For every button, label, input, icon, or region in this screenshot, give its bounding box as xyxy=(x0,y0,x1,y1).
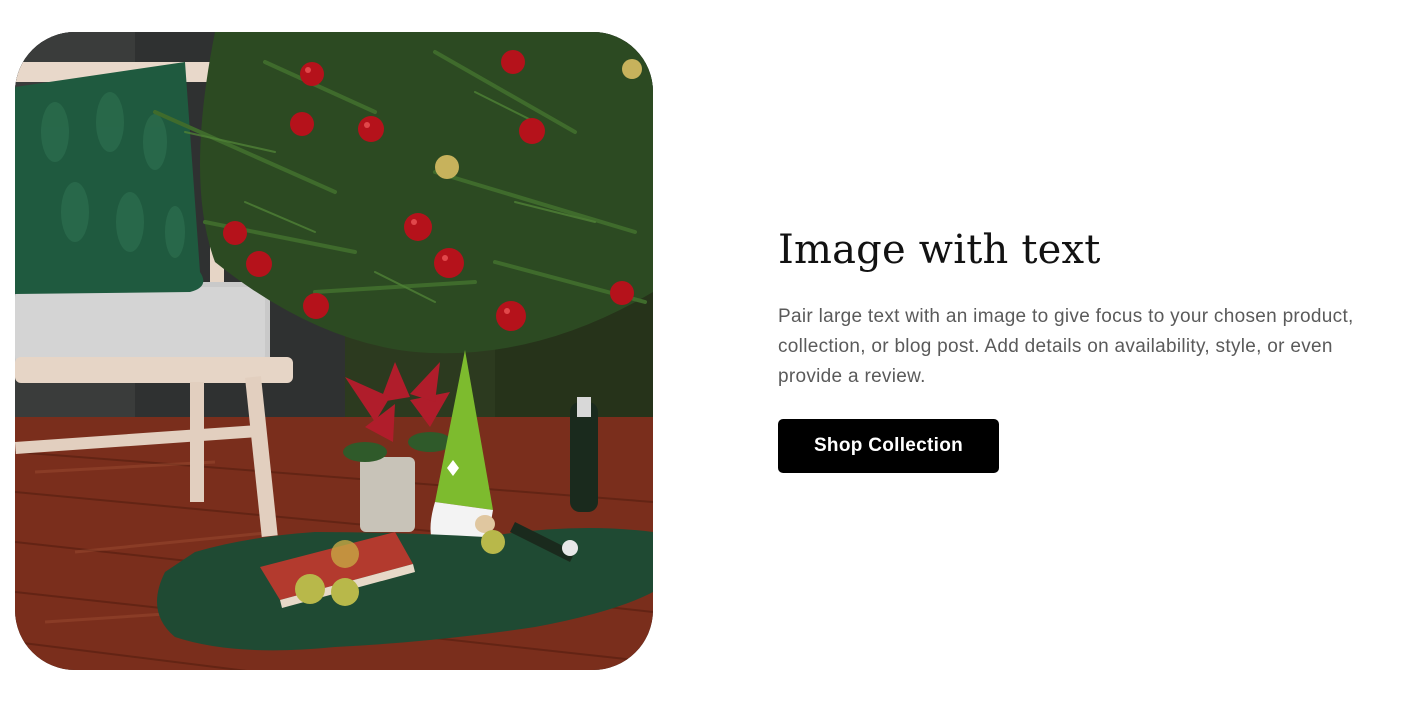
shop-collection-button[interactable]: Shop Collection xyxy=(778,419,999,473)
image-with-text-content: Image with text Pair large text with an … xyxy=(778,224,1378,473)
christmas-scene-illustration xyxy=(15,32,653,670)
section-heading: Image with text xyxy=(778,227,1101,273)
section-body-text: Pair large text with an image to give fo… xyxy=(778,306,1354,387)
featured-image xyxy=(15,32,653,670)
